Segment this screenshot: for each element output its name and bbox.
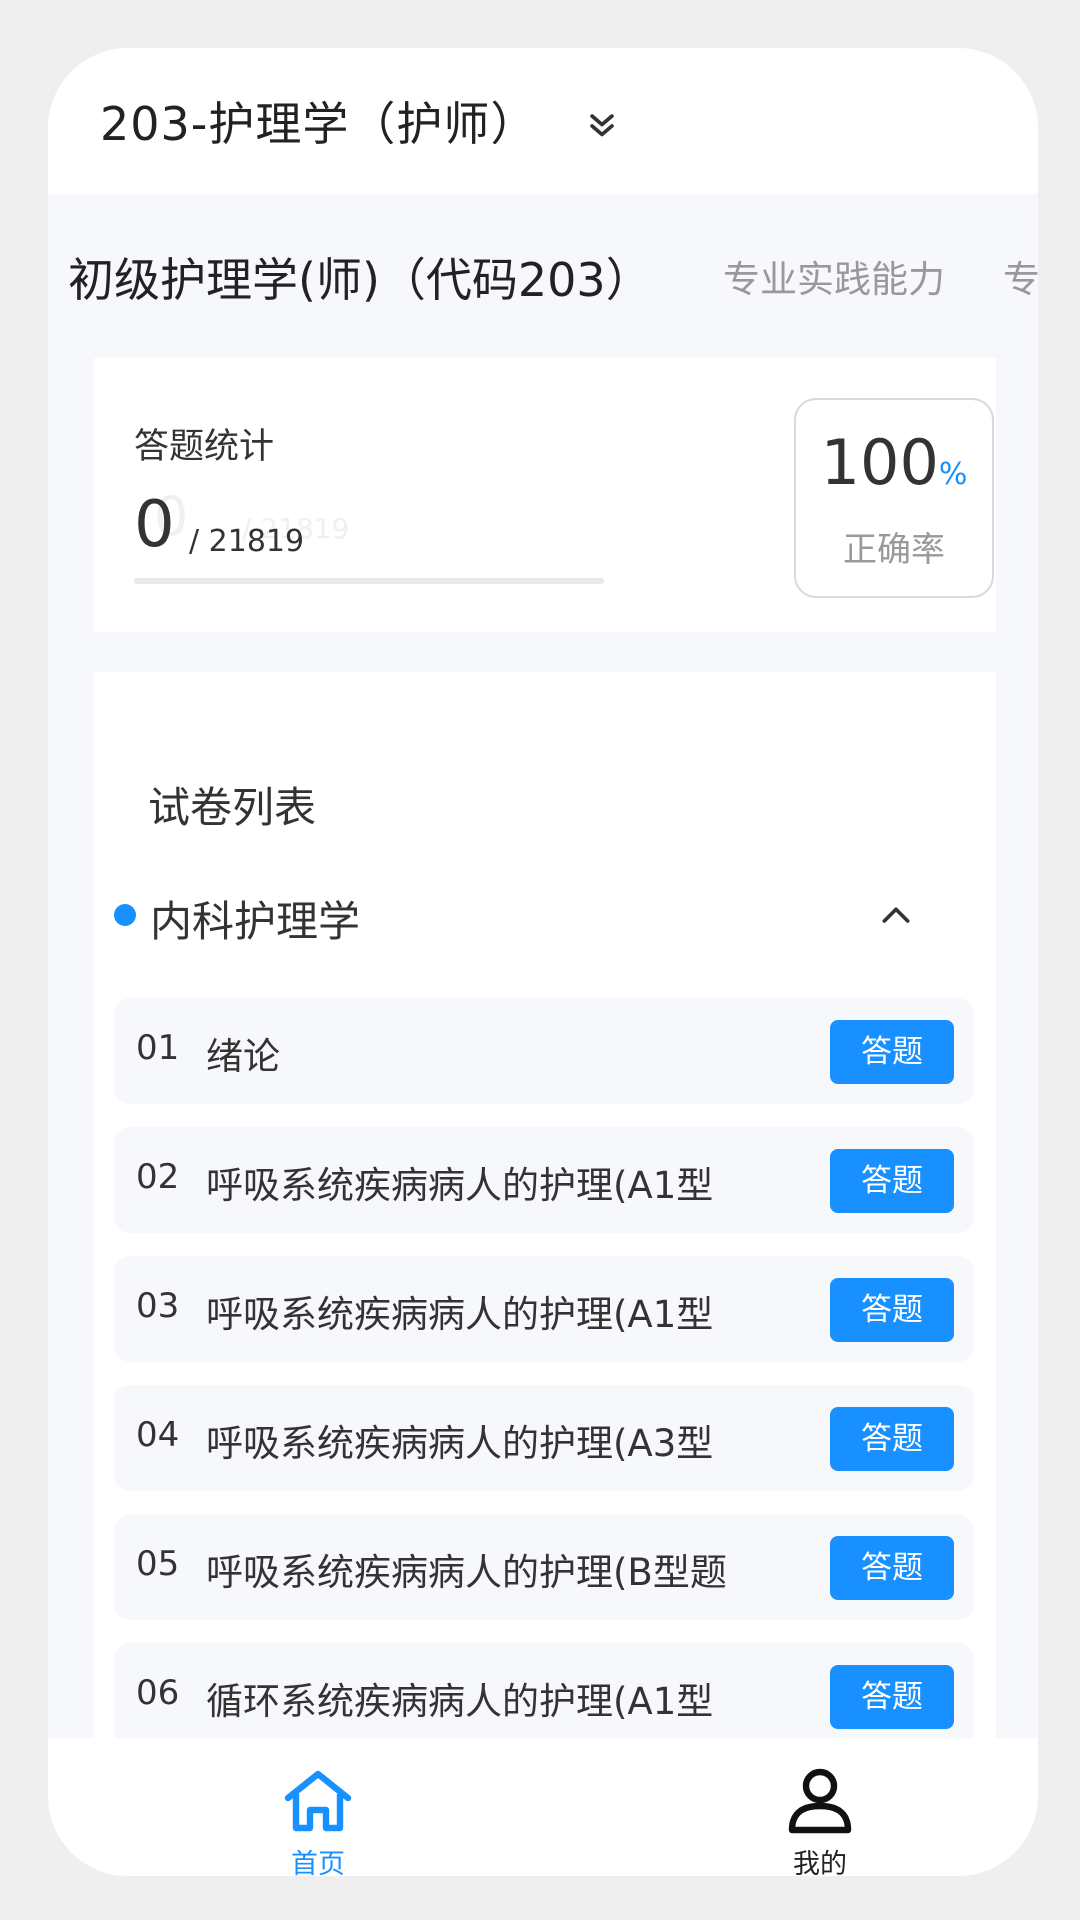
answer-button[interactable]: 答题 bbox=[830, 1020, 954, 1084]
paper-item[interactable]: 03 呼吸系统疾病病人的护理(A1型 答题 bbox=[114, 1256, 974, 1362]
tab-practice[interactable]: 专业实践能力 bbox=[723, 240, 945, 320]
answered-count: 0 bbox=[134, 488, 175, 562]
tab-primary[interactable]: 初级护理学(师)（代码203） bbox=[68, 240, 652, 320]
category-label: 内科护理学 bbox=[150, 897, 361, 946]
answer-button[interactable]: 答题 bbox=[830, 1536, 954, 1600]
accuracy-label: 正确率 bbox=[843, 530, 945, 570]
category-header[interactable]: 内科护理学 bbox=[114, 880, 976, 950]
answer-button[interactable]: 答题 bbox=[830, 1665, 954, 1729]
tab-third[interactable]: 专 bbox=[1003, 240, 1038, 320]
app-screen: 203-护理学（护师） 初级护理学(师)（代码203） 专业实践能力 专 答题统… bbox=[48, 48, 1038, 1876]
paper-item[interactable]: 02 呼吸系统疾病病人的护理(A1型 答题 bbox=[114, 1127, 974, 1233]
accuracy-value: 100% bbox=[796, 426, 992, 499]
accuracy-box: 100% 正确率 bbox=[794, 398, 994, 598]
home-icon bbox=[284, 1770, 352, 1832]
tab-me-label: 我的 bbox=[793, 1849, 847, 1876]
chevron-up-icon[interactable] bbox=[876, 896, 916, 936]
answer-button[interactable]: 答题 bbox=[830, 1407, 954, 1471]
total-count: / 21819 bbox=[189, 524, 305, 559]
paper-number: 04 bbox=[136, 1415, 180, 1455]
stats-label: 答题统计 bbox=[134, 427, 275, 467]
paper-title: 呼吸系统疾病病人的护理(A1型 bbox=[206, 1293, 714, 1336]
paper-list-title: 试卷列表 bbox=[148, 783, 317, 832]
progress-bar bbox=[134, 578, 604, 584]
subject-title[interactable]: 203-护理学（护师） bbox=[100, 88, 537, 154]
paper-title: 呼吸系统疾病病人的护理(A1型 bbox=[206, 1164, 714, 1207]
accuracy-number: 100 bbox=[820, 426, 939, 499]
user-icon bbox=[788, 1768, 852, 1834]
paper-number: 01 bbox=[136, 1028, 180, 1068]
paper-item[interactable]: 04 呼吸系统疾病病人的护理(A3型 答题 bbox=[114, 1385, 974, 1491]
paper-number: 05 bbox=[136, 1544, 180, 1584]
paper-item[interactable]: 06 循环系统疾病病人的护理(A1型 答题 bbox=[114, 1643, 974, 1749]
answer-button[interactable]: 答题 bbox=[830, 1278, 954, 1342]
accuracy-unit: % bbox=[938, 457, 968, 492]
paper-item[interactable]: 01 绪论 答题 bbox=[114, 998, 974, 1104]
header: 203-护理学（护师） bbox=[48, 48, 1038, 194]
category-dot bbox=[114, 904, 136, 926]
paper-list-card: 试卷列表 内科护理学 01 绪论 答题 02 呼吸系统疾病病人的护理(A1型 答… bbox=[94, 672, 996, 1876]
bottom-tabbar: 首页 我的 bbox=[48, 1738, 1038, 1876]
paper-title: 呼吸系统疾病病人的护理(B型题 bbox=[206, 1551, 727, 1594]
subject-tabs: 初级护理学(师)（代码203） 专业实践能力 专 bbox=[48, 240, 1038, 320]
paper-title: 循环系统疾病病人的护理(A1型 bbox=[206, 1680, 714, 1723]
tab-home-label: 首页 bbox=[291, 1849, 345, 1876]
paper-number: 02 bbox=[136, 1157, 180, 1197]
paper-title: 呼吸系统疾病病人的护理(A3型 bbox=[206, 1422, 714, 1465]
paper-title: 绪论 bbox=[206, 1035, 280, 1078]
paper-number: 03 bbox=[136, 1286, 180, 1326]
double-chevron-down-icon[interactable] bbox=[585, 109, 619, 143]
paper-number: 06 bbox=[136, 1673, 180, 1713]
answer-stats-card: 答题统计 0 / 21819 0 / 21819 100% 正确率 bbox=[94, 358, 996, 632]
tab-me[interactable]: 我的 bbox=[750, 1768, 890, 1876]
answer-button[interactable]: 答题 bbox=[830, 1149, 954, 1213]
paper-item[interactable]: 05 呼吸系统疾病病人的护理(B型题 答题 bbox=[114, 1514, 974, 1620]
tab-home[interactable]: 首页 bbox=[248, 1768, 388, 1876]
